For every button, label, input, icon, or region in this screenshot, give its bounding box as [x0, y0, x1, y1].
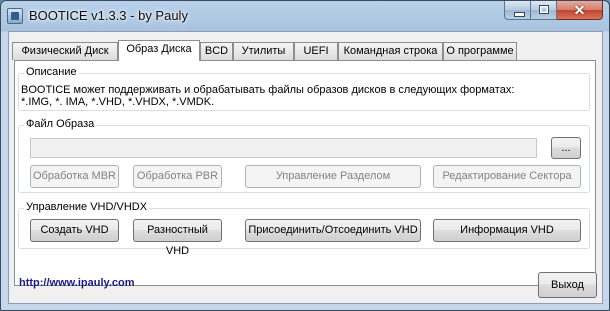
vhd-info-button[interactable]: Информация VHD — [433, 219, 581, 242]
tab-bcd[interactable]: BCD — [200, 42, 233, 60]
image-file-path-input[interactable] — [30, 138, 537, 158]
description-text: BOOTICE может поддерживать и обрабатыват… — [21, 84, 515, 108]
differencing-vhd-button[interactable]: Разностный VHD — [133, 219, 222, 257]
app-icon — [7, 8, 23, 24]
attach-detach-vhd-button[interactable]: Присоединить/Отсоединить VHD — [245, 219, 421, 242]
description-group: Описание BOOTICE может поддерживать и об… — [18, 66, 590, 111]
tab-panel-disk-image: Описание BOOTICE может поддерживать и об… — [14, 60, 596, 286]
manage-partition-button[interactable]: Управление Разделом — [245, 165, 421, 188]
title-bar[interactable]: BOOTICE v1.3.3 - by Pauly ✕ — [1, 1, 609, 31]
image-file-group: Файл Образа ... Обработка MBR Обработка … — [18, 118, 590, 193]
process-mbr-button[interactable]: Обработка MBR — [30, 165, 119, 188]
client-area: Физический Диск Образ Диска BCD Утилиты … — [8, 31, 603, 304]
process-pbr-button[interactable]: Обработка PBR — [133, 165, 222, 188]
close-icon: ✕ — [573, 2, 586, 18]
app-window: BOOTICE v1.3.3 - by Pauly ✕ Физический Д… — [0, 0, 610, 311]
browse-button[interactable]: ... — [551, 137, 581, 159]
exit-button[interactable]: Выход — [538, 272, 597, 298]
edit-sector-button[interactable]: Редактирование Сектора — [433, 165, 581, 188]
close-button[interactable]: ✕ — [557, 1, 603, 20]
create-vhd-button[interactable]: Создать VHD — [30, 219, 119, 242]
caption-buttons: ✕ — [504, 1, 603, 21]
website-link[interactable]: http://www.ipauly.com — [19, 277, 135, 289]
window-title: BOOTICE v1.3.3 - by Pauly — [29, 8, 188, 23]
tab-utilities[interactable]: Утилиты — [233, 42, 294, 60]
minimize-button[interactable] — [504, 1, 531, 20]
tab-physical-disk[interactable]: Физический Диск — [12, 42, 118, 60]
maximize-button[interactable] — [531, 1, 557, 20]
vhd-group: Управление VHD/VHDX Создать VHD Разностн… — [18, 201, 590, 257]
tab-about[interactable]: О программе — [443, 42, 517, 60]
tab-uefi[interactable]: UEFI — [294, 42, 338, 60]
vhd-label: Управление VHD/VHDX — [24, 201, 150, 213]
description-label: Описание — [24, 66, 79, 78]
tab-disk-image[interactable]: Образ Диска — [118, 40, 200, 61]
tab-command-line[interactable]: Командная строка — [338, 42, 443, 60]
image-file-label: Файл Образа — [24, 118, 97, 130]
